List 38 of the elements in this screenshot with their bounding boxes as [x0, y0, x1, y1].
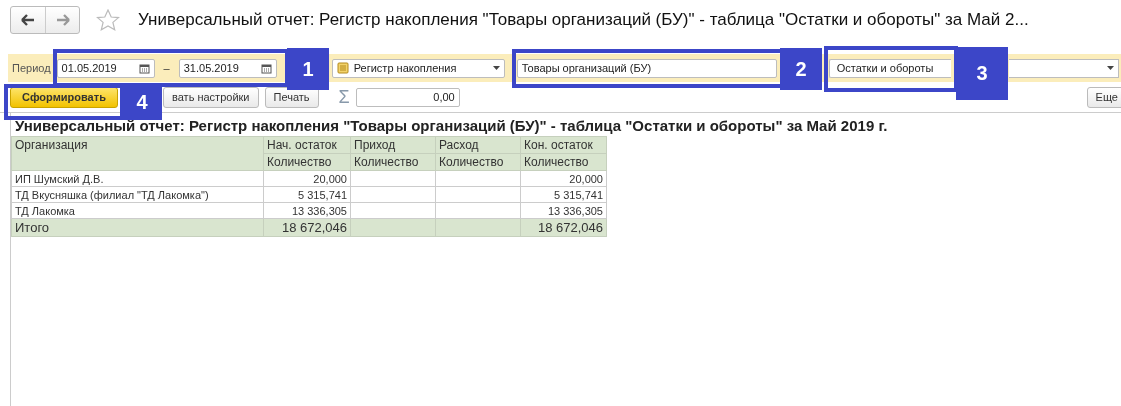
sum-symbol: Σ: [338, 86, 350, 108]
more-button[interactable]: Еще: [1086, 86, 1121, 108]
table-dropdown[interactable]: Остатки и обороты: [828, 58, 951, 78]
callout-badge: 4: [122, 84, 162, 120]
calendar-icon[interactable]: [138, 62, 150, 74]
star-icon[interactable]: [96, 8, 120, 32]
table-cell: 5 315,741: [520, 186, 607, 203]
column-header: Нач. остаток: [263, 136, 351, 154]
sum-field[interactable]: 0,00: [355, 87, 460, 107]
source-field[interactable]: Товары организаций (БУ): [516, 58, 777, 78]
table-cell: 13 336,305: [520, 202, 607, 219]
table-cell: 13 336,305: [263, 202, 351, 219]
table-cell: ТД Лакомка: [11, 202, 264, 219]
table-cell: 20,000: [520, 170, 607, 187]
period-label: Период: [12, 62, 51, 74]
date-to-field[interactable]: 31.05.2019: [178, 58, 277, 78]
date-from-field[interactable]: 01.05.2019: [56, 58, 155, 78]
left-arrow-icon: [21, 14, 35, 26]
generate-button[interactable]: Сформировать: [10, 86, 118, 108]
column-header: Кон. остаток: [520, 136, 607, 154]
callout-badge: 3: [956, 47, 1008, 100]
date-separator: –: [162, 62, 171, 74]
dropdown-caret-icon[interactable]: [492, 66, 500, 70]
right-arrow-icon: [55, 14, 70, 26]
table-cell: 20,000: [263, 170, 351, 187]
source-type-dropdown[interactable]: Регистр накопления: [331, 58, 505, 78]
column-header: Организация: [11, 136, 264, 171]
toolbar-button[interactable]: вать настройки: [163, 86, 259, 108]
column-header: Приход: [350, 136, 436, 154]
column-header: Расход: [435, 136, 521, 154]
table-cell: ТД Вкусняшка (филиал "ТД Лакомка"): [11, 186, 264, 203]
window-title: Универсальный отчет: Регистр накопления "Товары организаций (БУ)" - таблица "Остатки и обороты" за Май 2...: [138, 10, 1029, 30]
table-cell: ИП Шумский Д.В.: [11, 170, 264, 187]
callout-badge: 1: [287, 48, 329, 90]
table-cell: 5 315,741: [263, 186, 351, 203]
dropdown-caret-icon[interactable]: [1107, 66, 1114, 70]
callout-badge: 2: [780, 48, 822, 90]
calendar-icon[interactable]: [260, 62, 272, 74]
